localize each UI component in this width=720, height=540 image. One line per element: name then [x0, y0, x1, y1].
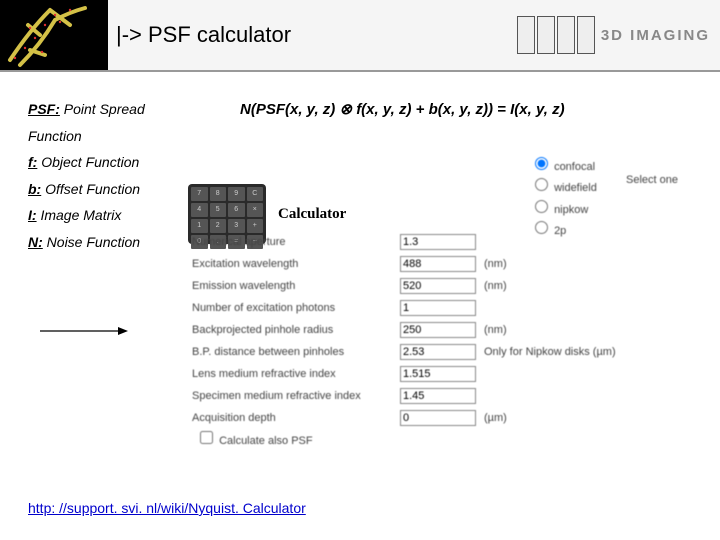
param-label: Lens medium refractive index [192, 364, 398, 384]
header: |-> PSF calculator 3D IMAGING [0, 0, 720, 72]
param-row: Acquisition depth (µm) [192, 408, 622, 428]
param-input[interactable] [400, 344, 476, 360]
param-label: Acquisition depth [192, 408, 398, 428]
param-row: Specimen medium refractive index [192, 386, 622, 406]
def-b: b: Offset Function [28, 176, 198, 203]
source-link[interactable]: http: //support. svi. nl/wiki/Nyquist. C… [28, 500, 306, 516]
param-row: Numerical aperture [192, 232, 622, 252]
logo: 3D IMAGING [517, 16, 720, 54]
def-i: I: Image Matrix [28, 202, 198, 229]
calc-psf-checkbox[interactable]: Calculate also PSF [196, 428, 313, 447]
logo-bars-icon [517, 16, 595, 54]
logo-text: 3D IMAGING [601, 27, 710, 44]
param-input[interactable] [400, 278, 476, 294]
param-input[interactable] [400, 322, 476, 338]
arrow-icon [40, 324, 130, 338]
neuron-image [0, 0, 108, 70]
param-row: Excitation wavelength (nm) [192, 254, 622, 274]
param-input[interactable] [400, 234, 476, 250]
param-input[interactable] [400, 366, 476, 382]
radio-widefield[interactable]: widefield [530, 175, 597, 196]
param-input[interactable] [400, 300, 476, 316]
radio-confocal[interactable]: confocal [530, 154, 597, 175]
param-label: Backprojected pinhole radius [192, 320, 398, 340]
param-row: B.P. distance between pinholes Only for N… [192, 342, 622, 362]
param-label: Specimen medium refractive index [192, 386, 398, 406]
param-unit: (nm) [484, 320, 622, 340]
param-unit [484, 386, 622, 406]
def-f: f: Object Function [28, 149, 198, 176]
param-unit: Only for Nipkow disks (µm) [484, 342, 622, 362]
param-row: Number of excitation photons [192, 298, 622, 318]
param-label: Emission wavelength [192, 276, 398, 296]
param-unit: (µm) [484, 408, 622, 428]
calculator-label: Calculator [278, 206, 346, 223]
param-unit [484, 298, 622, 318]
radio-nipkow[interactable]: nipkow [530, 197, 597, 218]
param-input[interactable] [400, 256, 476, 272]
param-label: Number of excitation photons [192, 298, 398, 318]
param-row: Backprojected pinhole radius (nm) [192, 320, 622, 340]
page-title: |-> PSF calculator [108, 22, 517, 48]
param-label: B.P. distance between pinholes [192, 342, 398, 362]
definitions-list: PSF: Point Spread Function f: Object Fun… [28, 96, 198, 256]
formula: N(PSF(x, y, z) ⊗ f(x, y, z) + b(x, y, z)… [240, 96, 565, 118]
param-input[interactable] [400, 388, 476, 404]
parameters-table: Numerical apertureExcitation wavelength (… [190, 230, 624, 430]
param-unit: (nm) [484, 276, 622, 296]
def-psf: PSF: Point Spread Function [28, 96, 198, 149]
param-row: Emission wavelength (nm) [192, 276, 622, 296]
select-one-label: Select one [626, 174, 678, 186]
param-unit [484, 232, 622, 252]
param-row: Lens medium refractive index [192, 364, 622, 384]
microscope-type-radios: confocal widefield nipkow 2p [530, 154, 597, 240]
param-label: Numerical aperture [192, 232, 398, 252]
param-unit [484, 364, 622, 384]
param-unit: (nm) [484, 254, 622, 274]
param-input[interactable] [400, 410, 476, 426]
param-label: Excitation wavelength [192, 254, 398, 274]
def-n: N: Noise Function [28, 229, 198, 256]
